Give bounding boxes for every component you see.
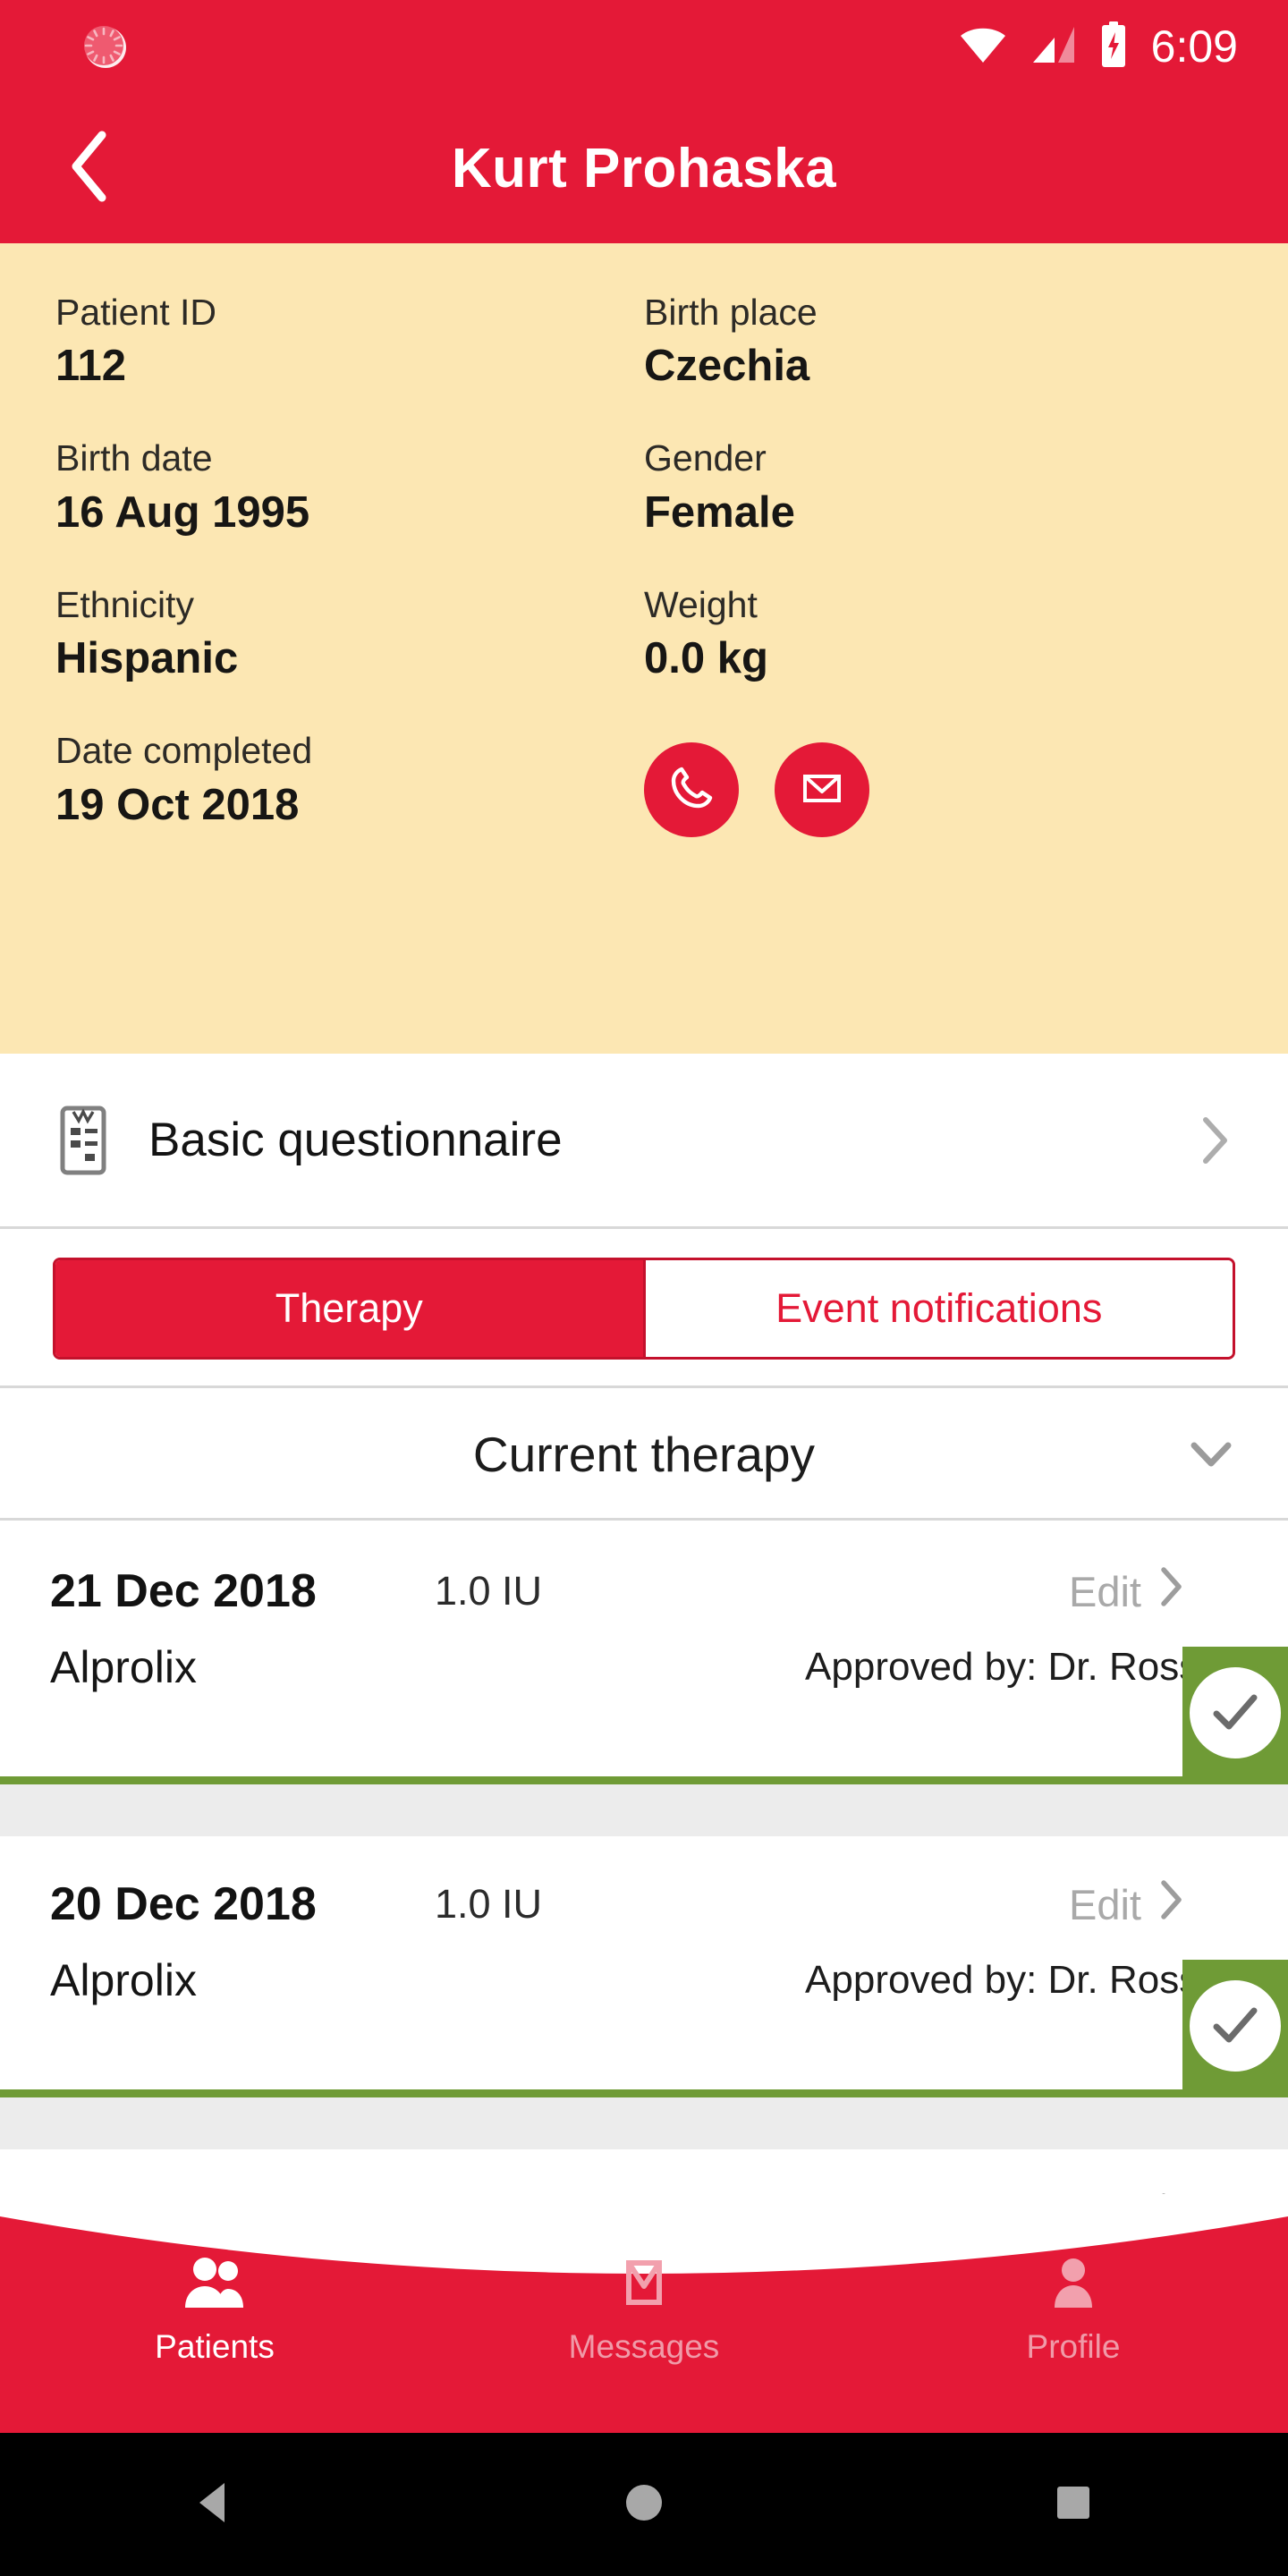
nav-label: Profile xyxy=(1026,2328,1121,2365)
people-icon xyxy=(181,2254,249,2316)
therapy-approved-by: Approved by: Dr. Rossi xyxy=(805,1645,1208,1689)
therapy-card-bottom: Alprolix Approved by: Dr. Rossi xyxy=(0,1618,1288,1693)
nav-label: Patients xyxy=(155,2328,275,2365)
envelope-icon xyxy=(796,762,848,818)
check-circle-icon xyxy=(1185,1976,1285,2076)
bottom-navigation: Patients Messages Profile xyxy=(0,2174,1288,2433)
status-bar: 6:09 xyxy=(0,0,1288,93)
status-bar-clock: 6:09 xyxy=(1150,21,1238,72)
field-value: 112 xyxy=(55,342,127,391)
edit-label: Edit xyxy=(1069,1567,1141,1615)
tab-event-notifications[interactable]: Event notifications xyxy=(645,1260,1233,1357)
phone-icon xyxy=(665,762,717,818)
android-back-button[interactable] xyxy=(161,2451,268,2558)
field-weight: Weight 0.0 kg xyxy=(644,584,1233,683)
call-patient-button[interactable] xyxy=(644,742,739,838)
list-gap xyxy=(0,2097,1288,2149)
sync-spinner-icon xyxy=(79,19,134,74)
date-completed-row: Date completed 19 Oct 2018 xyxy=(55,730,1233,838)
field-label: Ethnicity xyxy=(55,583,194,625)
basic-questionnaire-label: Basic questionnaire xyxy=(148,1114,563,1166)
patient-info-card: Patient ID 112 Birth place Czechia Birth… xyxy=(0,243,1288,1054)
field-value: 0.0 kg xyxy=(644,634,768,683)
nav-item-messages[interactable]: Messages xyxy=(429,2254,859,2366)
chevron-right-icon xyxy=(1157,1879,1184,1930)
nav-item-profile[interactable]: Profile xyxy=(859,2254,1288,2366)
therapy-card-top: 21 Dec 2018 1.0 IU Edit xyxy=(0,1523,1288,1618)
bottom-nav-items: Patients Messages Profile xyxy=(0,2254,1288,2433)
email-patient-button[interactable] xyxy=(775,742,869,838)
therapy-approved-by: Approved by: Dr. Rossi xyxy=(805,1958,1208,2002)
therapy-card-top: 20 Dec 2018 1.0 IU Edit xyxy=(0,1836,1288,1931)
segmented-control: Therapy Event notifications xyxy=(53,1258,1235,1360)
tab-therapy[interactable]: Therapy xyxy=(55,1260,643,1357)
person-icon xyxy=(1039,2254,1107,2316)
check-circle-icon xyxy=(1185,1663,1285,1763)
status-bar-right: 6:09 xyxy=(958,21,1288,72)
app-bar: Kurt Prohaska xyxy=(0,93,1288,243)
field-value: Hispanic xyxy=(55,634,239,683)
chevron-right-icon xyxy=(1157,1566,1184,1617)
therapy-tabs: Therapy Event notifications xyxy=(0,1232,1288,1388)
field-value: 16 Aug 1995 xyxy=(55,487,310,537)
edit-label: Edit xyxy=(1069,1880,1141,1928)
field-value: Czechia xyxy=(644,342,810,391)
therapy-card[interactable]: 21 Dec 2018 1.0 IU Edit Alprolix Approve… xyxy=(0,1523,1288,1784)
field-gender: Gender Female xyxy=(644,437,1233,537)
approved-status-badge xyxy=(1182,1960,1288,2089)
edit-therapy-button[interactable]: Edit xyxy=(1069,1879,1238,1930)
field-label: Gender xyxy=(644,437,767,479)
therapy-card[interactable]: 20 Dec 2018 1.0 IU Edit Alprolix Approve… xyxy=(0,1836,1288,2097)
nav-label: Messages xyxy=(568,2328,720,2365)
current-therapy-title: Current therapy xyxy=(472,1427,816,1482)
field-label: Birth place xyxy=(644,292,818,333)
field-ethnicity: Ethnicity Hispanic xyxy=(55,584,644,683)
therapy-card-bottom: Alprolix Approved by: Dr. Rossi xyxy=(0,1931,1288,2006)
edit-therapy-button[interactable]: Edit xyxy=(1069,1566,1238,1617)
field-birth-place: Birth place Czechia xyxy=(644,292,1233,391)
field-birth-date: Birth date 16 Aug 1995 xyxy=(55,437,644,537)
square-recents-icon xyxy=(1055,2484,1092,2526)
current-therapy-header[interactable]: Current therapy xyxy=(0,1391,1288,1521)
therapy-drug: Alprolix xyxy=(50,1642,197,1692)
app-screen: 6:09 Kurt Prohaska Patient ID 112 Birth … xyxy=(0,0,1288,2576)
chevron-right-icon xyxy=(1197,1115,1233,1165)
list-gap xyxy=(0,1784,1288,1836)
mail-icon xyxy=(610,2254,678,2316)
field-label: Birth date xyxy=(55,437,213,479)
clipboard-icon xyxy=(55,1105,114,1176)
therapy-dose: 1.0 IU xyxy=(435,1881,543,1927)
therapy-date: 21 Dec 2018 xyxy=(50,1565,317,1617)
status-bar-left xyxy=(0,19,958,74)
therapy-drug: Alprolix xyxy=(50,1955,197,2005)
page-title: Kurt Prohaska xyxy=(451,137,837,199)
wifi-icon xyxy=(958,25,1008,69)
chevron-down-icon[interactable] xyxy=(1190,1441,1233,1468)
approved-status-badge xyxy=(1182,1647,1288,1776)
therapy-dose: 1.0 IU xyxy=(435,1568,543,1614)
basic-questionnaire-row[interactable]: Basic questionnaire xyxy=(0,1054,1288,1229)
patient-action-buttons xyxy=(644,730,1233,838)
patient-info-grid: Patient ID 112 Birth place Czechia Birth… xyxy=(55,292,1233,730)
field-patient-id: Patient ID 112 xyxy=(55,292,644,391)
nav-item-patients[interactable]: Patients xyxy=(0,2254,429,2366)
field-value: Female xyxy=(644,487,795,537)
field-label: Weight xyxy=(644,583,758,625)
field-label: Date completed xyxy=(55,730,313,772)
field-label: Patient ID xyxy=(55,292,217,333)
therapy-list[interactable]: 21 Dec 2018 1.0 IU Edit Alprolix Approve… xyxy=(0,1523,1288,2194)
triangle-back-icon xyxy=(196,2481,233,2529)
therapy-date: 20 Dec 2018 xyxy=(50,1878,317,1930)
android-recents-button[interactable] xyxy=(1020,2451,1127,2558)
circle-home-icon xyxy=(623,2482,665,2528)
android-home-button[interactable] xyxy=(590,2451,698,2558)
battery-charging-icon xyxy=(1099,21,1128,72)
android-system-nav xyxy=(0,2433,1288,2576)
cellular-signal-icon xyxy=(1031,25,1076,69)
field-date-completed: Date completed 19 Oct 2018 xyxy=(55,730,644,829)
field-value: 19 Oct 2018 xyxy=(55,780,300,829)
